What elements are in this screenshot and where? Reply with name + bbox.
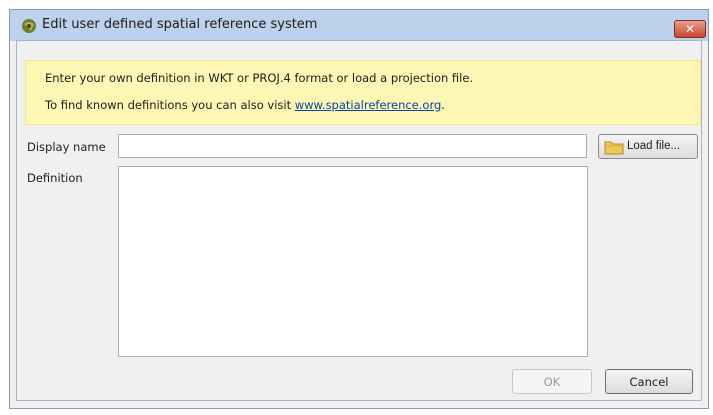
- info-banner: Enter your own definition in WKT or PROJ…: [25, 60, 701, 125]
- info-text-line1: Enter your own definition in WKT or PROJ…: [45, 71, 474, 85]
- display-name-input[interactable]: [118, 134, 587, 158]
- display-name-label: Display name: [27, 140, 106, 154]
- info-text-prefix: To find known definitions you can also v…: [45, 98, 295, 112]
- definition-textarea[interactable]: [118, 166, 588, 357]
- info-text-line2: To find known definitions you can also v…: [45, 98, 445, 112]
- ok-button[interactable]: OK: [512, 369, 592, 394]
- cancel-button[interactable]: Cancel: [605, 369, 693, 394]
- dialog-body: Enter your own definition in WKT or PROJ…: [9, 9, 709, 409]
- definition-label: Definition: [27, 171, 83, 185]
- folder-icon: [604, 141, 624, 155]
- info-text-suffix: .: [441, 98, 445, 112]
- spatialreference-link[interactable]: www.spatialreference.org: [295, 98, 442, 112]
- load-file-label: Load file...: [627, 140, 681, 152]
- load-file-button[interactable]: Load file...: [598, 134, 698, 159]
